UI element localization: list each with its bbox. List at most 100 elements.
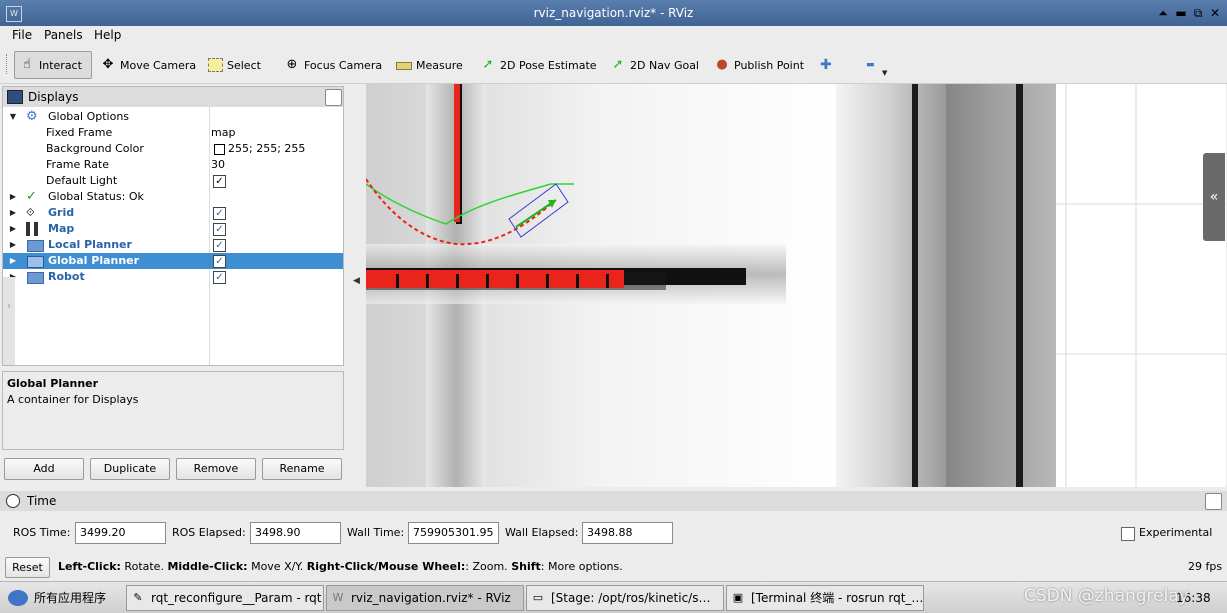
menu-panels[interactable]: Panels: [44, 27, 83, 43]
tree-label: Local Planner: [48, 238, 132, 251]
plus-icon: ✚: [820, 57, 832, 73]
tool-interact-button[interactable]: ☝ Interact: [14, 51, 92, 79]
experimental-label: Experimental: [1139, 526, 1213, 539]
description-panel: Global Planner A container for Displays: [2, 371, 344, 450]
description-text: A container for Displays: [7, 393, 139, 406]
tree-row-global-options[interactable]: ▼ ⚙ Global Options: [3, 109, 343, 125]
reset-button[interactable]: Reset: [5, 557, 50, 578]
tool-2d-nav-goal-button[interactable]: ➚ 2D Nav Goal: [610, 51, 699, 79]
displays-panel: Displays ▼ ⚙ Global Options Fixed Frame …: [2, 86, 344, 366]
task-rqt-reconfigure[interactable]: ✎ rqt_reconfigure__Param - rqt: [126, 585, 324, 611]
tree-row-frame-rate[interactable]: Frame Rate 30: [3, 157, 343, 173]
minus-icon: ▬: [866, 60, 875, 70]
duplicate-button[interactable]: Duplicate: [90, 458, 170, 480]
status-hint: Left-Click: Rotate. Middle-Click: Move X…: [58, 556, 623, 578]
check-ok-icon: ✓: [26, 189, 37, 204]
remove-button[interactable]: Remove: [176, 458, 256, 480]
menu-help[interactable]: Help: [94, 27, 121, 43]
close-icon[interactable]: ✕: [1207, 5, 1223, 21]
ros-elapsed-field[interactable]: 3498.90: [250, 522, 341, 544]
shade-window-icon[interactable]: ⏶: [1155, 5, 1171, 21]
toolbar-grip[interactable]: [6, 54, 9, 74]
tree-row-robot[interactable]: ▶ Robot ✓: [3, 269, 343, 285]
tree-row-global-status[interactable]: ▶ ✓ Global Status: Ok: [3, 189, 343, 205]
checkbox[interactable]: ✓: [213, 175, 226, 188]
prop-value[interactable]: 255; 255; 255: [228, 141, 305, 157]
rename-button[interactable]: Rename: [262, 458, 342, 480]
tool-measure-button[interactable]: Measure: [396, 51, 463, 79]
tool-move-camera-button[interactable]: ✥ Move Camera: [100, 51, 197, 79]
color-swatch[interactable]: [214, 144, 225, 155]
terminal-icon: ▣: [732, 591, 744, 604]
time-title: Time: [27, 494, 57, 508]
menu-file[interactable]: File: [12, 27, 32, 43]
ros-time-field[interactable]: 3499.20: [75, 522, 166, 544]
watermark: CSDN @zhangrelay: [1024, 586, 1189, 606]
hand-icon: ☝: [23, 57, 31, 72]
expand-right-icon[interactable]: ▶: [8, 205, 18, 221]
map-pin-icon: ●: [716, 57, 728, 72]
window-title-bar[interactable]: W rviz_navigation.rviz* - RViz ⏶ ▬ ⧉ ✕: [0, 0, 1227, 26]
experimental-checkbox[interactable]: [1121, 527, 1135, 541]
task-label: rqt_reconfigure__Param - rqt: [151, 591, 322, 605]
wall-time-field[interactable]: 759905301.95: [408, 522, 499, 544]
collapse-left-icon[interactable]: ◀: [353, 276, 360, 286]
rviz-icon: W: [332, 591, 344, 604]
tree-row-local-planner[interactable]: ▶ Local Planner ✓: [3, 237, 343, 253]
monitor-icon: [7, 90, 23, 104]
expand-right-icon[interactable]: ▶: [8, 221, 18, 237]
tree-row-map[interactable]: ▶ Map ✓: [3, 221, 343, 237]
tool-select-button[interactable]: Select: [208, 51, 261, 79]
menu-bar: File Panels Help: [0, 26, 1227, 44]
select-box-icon: [208, 58, 223, 72]
tool-label: Publish Point: [734, 58, 805, 72]
expand-right-icon[interactable]: ▶: [8, 237, 18, 253]
collapse-left-handle[interactable]: ›: [3, 277, 15, 365]
collapse-right-button[interactable]: «: [1203, 153, 1225, 241]
tree-row-global-planner[interactable]: ▶ Global Planner ✓: [3, 253, 343, 269]
description-title: Global Planner: [7, 377, 99, 390]
apps-logo-icon: [8, 590, 28, 606]
checkbox[interactable]: ✓: [213, 239, 226, 252]
wall-elapsed-field[interactable]: 3498.88: [582, 522, 673, 544]
undock-button[interactable]: [325, 89, 342, 106]
expand-down-icon[interactable]: ▼: [8, 109, 18, 125]
undock-button[interactable]: [1205, 493, 1222, 510]
task-stage[interactable]: ▭ [Stage: /opt/ros/kinetic/s…: [526, 585, 724, 611]
tree-label: Global Planner: [48, 254, 140, 267]
expand-right-icon[interactable]: ▶: [8, 189, 18, 205]
task-terminal[interactable]: ▣ [Terminal 终端 - rosrun rqt_…: [726, 585, 924, 611]
checkbox[interactable]: ✓: [213, 255, 226, 268]
apps-menu-button[interactable]: 所有应用程序: [4, 585, 106, 611]
task-label: [Stage: /opt/ros/kinetic/s…: [551, 591, 711, 605]
window-title: rviz_navigation.rviz* - RViz: [533, 6, 694, 20]
tree-row-grid[interactable]: ▶ ⟐ Grid ✓: [3, 205, 343, 221]
add-tool-button[interactable]: ✚: [820, 51, 832, 79]
tree-row-default-light[interactable]: Default Light ✓: [3, 173, 343, 189]
move-camera-icon: ✥: [102, 57, 114, 72]
tool-focus-camera-button[interactable]: ⊕ Focus Camera: [284, 51, 383, 79]
folder-icon: [27, 240, 44, 252]
hint-key: Right-Click/Mouse Wheel:: [306, 560, 466, 573]
checkbox[interactable]: ✓: [213, 271, 226, 284]
tree-row-fixed-frame[interactable]: Fixed Frame map: [3, 125, 343, 141]
checkbox[interactable]: ✓: [213, 223, 226, 236]
wall-elapsed-label: Wall Elapsed:: [505, 526, 579, 539]
tree-row-background-color[interactable]: Background Color 255; 255; 255: [3, 141, 343, 157]
minimize-icon[interactable]: ▬: [1173, 5, 1189, 21]
expand-right-icon[interactable]: ▶: [8, 253, 18, 269]
prop-value[interactable]: 30: [211, 157, 225, 173]
tool-2d-pose-estimate-button[interactable]: ➚ 2D Pose Estimate: [480, 51, 597, 79]
3d-viewport[interactable]: [366, 84, 1226, 487]
panel-splitter[interactable]: ◀: [350, 84, 364, 487]
checkbox[interactable]: ✓: [213, 207, 226, 220]
ruler-icon: [396, 61, 412, 70]
map-render[interactable]: [366, 84, 1226, 487]
add-button[interactable]: Add: [4, 458, 84, 480]
remove-tool-button[interactable]: ▬ ▼: [866, 51, 887, 79]
hint-key: Left-Click:: [58, 560, 121, 573]
task-rviz[interactable]: W rviz_navigation.rviz* - RViz: [326, 585, 524, 611]
prop-value[interactable]: map: [211, 125, 235, 141]
tool-publish-point-button[interactable]: ● Publish Point: [714, 51, 804, 79]
maximize-icon[interactable]: ⧉: [1190, 5, 1206, 21]
